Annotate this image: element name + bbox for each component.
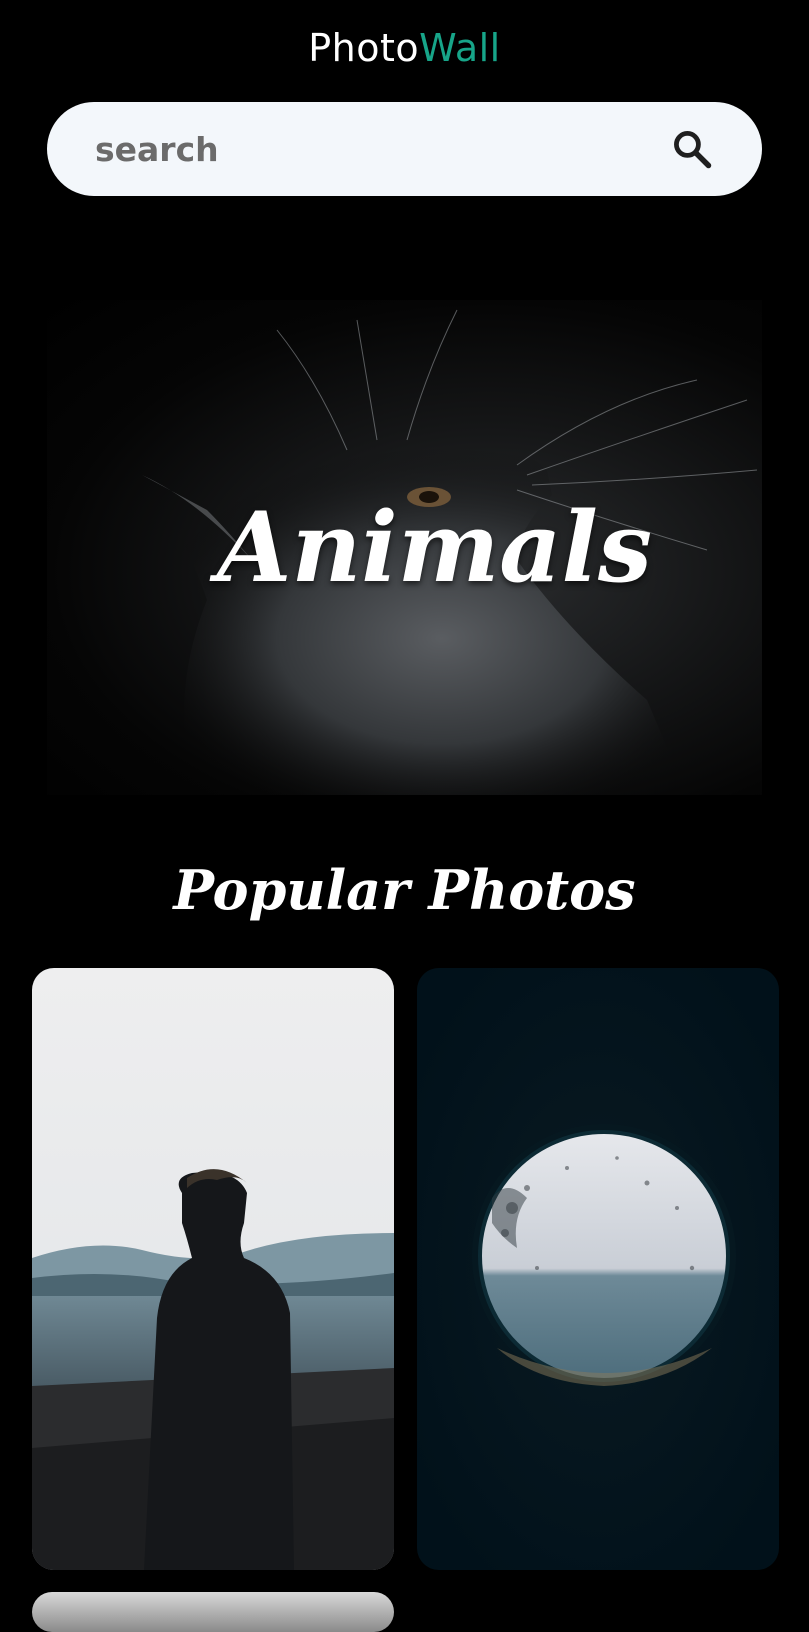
popular-photo-card[interactable] xyxy=(417,968,779,1570)
app-title-part-wall: Wall xyxy=(419,26,501,70)
hero-category-card[interactable]: Animals xyxy=(47,300,762,795)
app-title-part-photo: Photo xyxy=(308,26,420,70)
photo-man-lake-image xyxy=(32,968,394,1570)
popular-photo-card[interactable] xyxy=(32,968,394,1570)
app-title: PhotoWall xyxy=(0,22,809,74)
popular-photos-heading: Popular Photos xyxy=(173,858,636,922)
popular-photo-card[interactable] xyxy=(32,1592,394,1632)
photo-porthole-image xyxy=(417,968,779,1570)
search-bar xyxy=(47,102,762,196)
search-input[interactable] xyxy=(95,102,655,196)
search-icon[interactable] xyxy=(670,127,714,171)
hero-category-label: Animals xyxy=(216,491,653,604)
